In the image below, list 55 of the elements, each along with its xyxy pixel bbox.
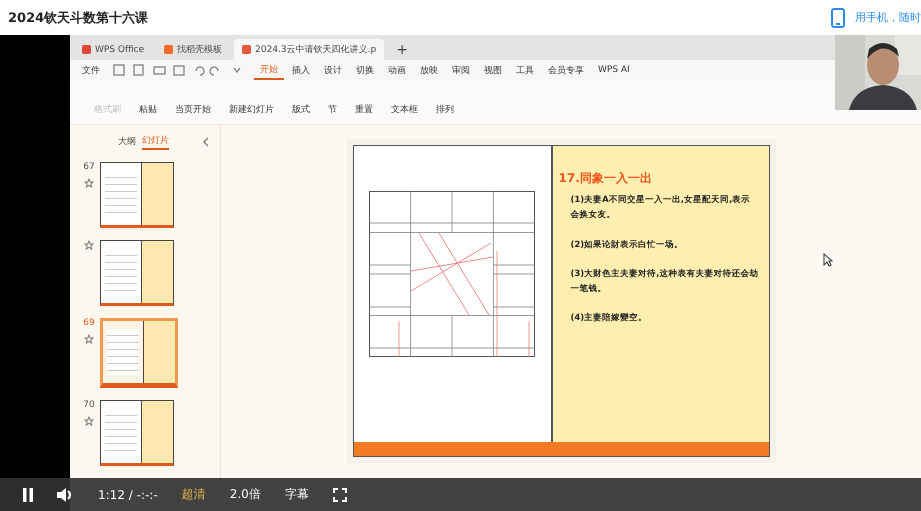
toolbar-button[interactable]: 重置	[353, 101, 375, 118]
slide-heading: 17.同象一入一出	[558, 170, 653, 187]
slide-number: 67	[83, 162, 95, 172]
star-icon[interactable]	[84, 178, 94, 188]
slide-number: 69	[83, 318, 95, 328]
slide-text: (1)夫妻A不同交星一入一出,女星配天同,表示会换女友。	[570, 194, 752, 222]
collapse-icon[interactable]	[203, 136, 209, 146]
toolbar-button[interactable]: 新建幻灯片	[227, 101, 276, 118]
cursor-icon	[823, 253, 833, 267]
menu-tab[interactable]: 切换	[350, 62, 380, 78]
new-tab-button[interactable]: +	[388, 39, 416, 60]
pause-button[interactable]	[22, 488, 34, 502]
slide-text: (2)如果论財表示白忙一场。	[570, 238, 684, 252]
subtitles-button[interactable]: 字幕	[284, 486, 309, 503]
star-icon[interactable]	[84, 240, 94, 250]
volume-icon[interactable]	[56, 486, 74, 502]
menu-tab[interactable]: 设计	[318, 62, 348, 78]
slide-thumbnail[interactable]	[100, 162, 174, 228]
slide-number: 70	[83, 400, 95, 410]
slide-thumbnail[interactable]	[100, 318, 178, 388]
phone-icon	[831, 8, 845, 28]
quality-button[interactable]: 超清	[182, 486, 206, 503]
app-icon	[242, 45, 252, 54]
slide-text: (3)大财色主夫妻对待,这种表有夫妻对待还会劫一笔钱。	[570, 268, 758, 296]
toolbar-button[interactable]: 节	[326, 101, 339, 118]
toolbar-button[interactable]: 排列	[434, 101, 456, 118]
star-icon[interactable]	[84, 334, 94, 344]
app-tab[interactable]: WPS Office	[74, 39, 152, 60]
menu-tab[interactable]: 动画	[382, 62, 412, 78]
app-tab[interactable]: 2024.3云中请钦天四化讲义.p	[234, 39, 384, 60]
menu-tab[interactable]: 放映	[414, 62, 444, 78]
app-icon	[82, 45, 91, 54]
slide-thumbnail[interactable]	[100, 400, 174, 466]
slide-thumbnail[interactable]	[100, 240, 174, 306]
slide-text: (4)主妻陪嫁變空。	[570, 312, 648, 326]
ai-menu[interactable]: WPS AI	[592, 63, 636, 77]
file-menu[interactable]: 文件	[76, 62, 106, 78]
speed-button[interactable]: 2.0倍	[230, 486, 261, 503]
toolbar-button[interactable]: 粘贴	[137, 101, 159, 118]
menu-tab[interactable]: 视图	[478, 62, 508, 78]
fullscreen-icon[interactable]	[332, 488, 347, 502]
panel-tab[interactable]: 大纲	[118, 134, 136, 149]
playback-time: 1:12 / -:-:-	[98, 488, 158, 502]
toolbar-button[interactable]: 当页开始	[173, 101, 213, 118]
menu-tab[interactable]: 审阅	[446, 62, 476, 78]
toolbar-button[interactable]: 文本框	[389, 101, 420, 118]
star-icon[interactable]	[84, 416, 94, 426]
menu-tab[interactable]: 会员专享	[542, 62, 590, 78]
toolbar-button[interactable]: 版式	[290, 101, 312, 118]
menu-tab[interactable]: 插入	[286, 62, 316, 78]
app-tab[interactable]: 找稻壳模板	[156, 39, 230, 60]
course-title: 2024钦天斗数第十六课	[8, 10, 148, 26]
app-icon	[164, 45, 174, 54]
menu-tab[interactable]: 工具	[510, 62, 540, 78]
panel-tab[interactable]: 幻灯片	[142, 133, 169, 150]
